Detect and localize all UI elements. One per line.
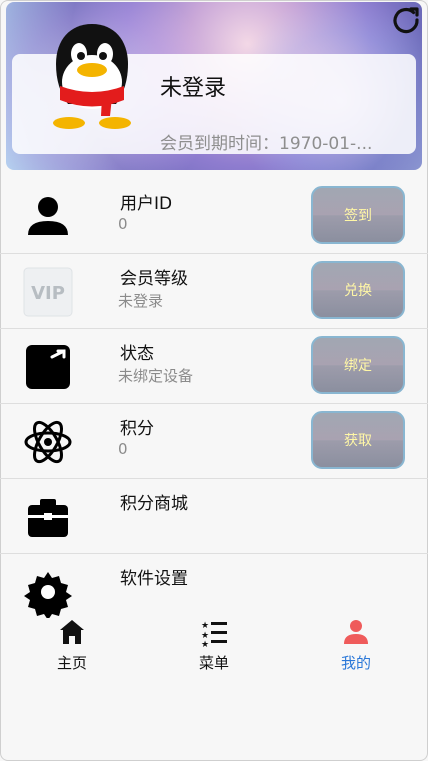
profile-icon — [344, 620, 368, 644]
nav-mine-label: 我的 — [340, 654, 371, 672]
nav-home[interactable]: 主页 — [32, 616, 112, 673]
refresh-icon[interactable] — [390, 4, 422, 36]
nav-home-label: 主页 — [56, 654, 87, 672]
home-icon — [60, 620, 84, 644]
get-button[interactable]: 获取 — [311, 411, 405, 469]
list-item-points[interactable]: 积分 0 获取 — [0, 404, 428, 479]
atom-icon — [24, 420, 72, 464]
row-title: 软件设置 — [120, 569, 188, 589]
nav-menu-label: 菜单 — [198, 654, 229, 672]
nav-menu[interactable]: ★ ★ ★ 菜单 — [174, 616, 254, 673]
row-subtitle: 未绑定设备 — [118, 367, 194, 385]
row-title: 用户ID — [120, 194, 173, 214]
svg-text:VIP: VIP — [31, 283, 65, 304]
user-icon — [28, 197, 68, 235]
member-expiry-text: 会员到期时间：1970-01-... — [160, 134, 373, 154]
state-box-icon — [26, 345, 70, 389]
redeem-button[interactable]: 兑换 — [311, 261, 405, 319]
toolbox-icon — [28, 499, 68, 537]
profile-name: 未登录 — [160, 76, 227, 101]
qq-avatar[interactable] — [40, 18, 144, 130]
row-title: 积分 — [120, 419, 154, 439]
nav-mine[interactable]: 我的 — [316, 616, 396, 673]
list-item-member-level[interactable]: VIP 会员等级 未登录 兑换 — [0, 254, 428, 329]
profile-list: 用户ID 0 签到 VIP 会员等级 未登录 兑换 状态 未绑定设备 绑定 积分… — [0, 179, 428, 628]
list-item-status[interactable]: 状态 未绑定设备 绑定 — [0, 329, 428, 404]
bottom-nav: 主页 ★ ★ ★ 菜单 我的 — [0, 612, 428, 682]
row-subtitle: 未登录 — [118, 292, 164, 310]
list-item-user-id[interactable]: 用户ID 0 签到 — [0, 179, 428, 254]
checkin-button[interactable]: 签到 — [311, 186, 405, 244]
vip-icon: VIP — [23, 267, 73, 317]
row-title: 会员等级 — [120, 269, 188, 289]
bind-button[interactable]: 绑定 — [311, 336, 405, 394]
row-subtitle: 0 — [118, 440, 128, 458]
gear-icon — [24, 572, 72, 618]
list-item-points-mall[interactable]: 积分商城 — [0, 479, 428, 554]
row-title: 状态 — [120, 344, 154, 364]
row-subtitle: 0 — [118, 215, 128, 233]
row-title: 积分商城 — [120, 494, 188, 514]
svg-text:★: ★ — [201, 621, 209, 631]
svg-text:★: ★ — [201, 640, 209, 648]
menu-list-icon: ★ ★ ★ — [201, 621, 227, 648]
